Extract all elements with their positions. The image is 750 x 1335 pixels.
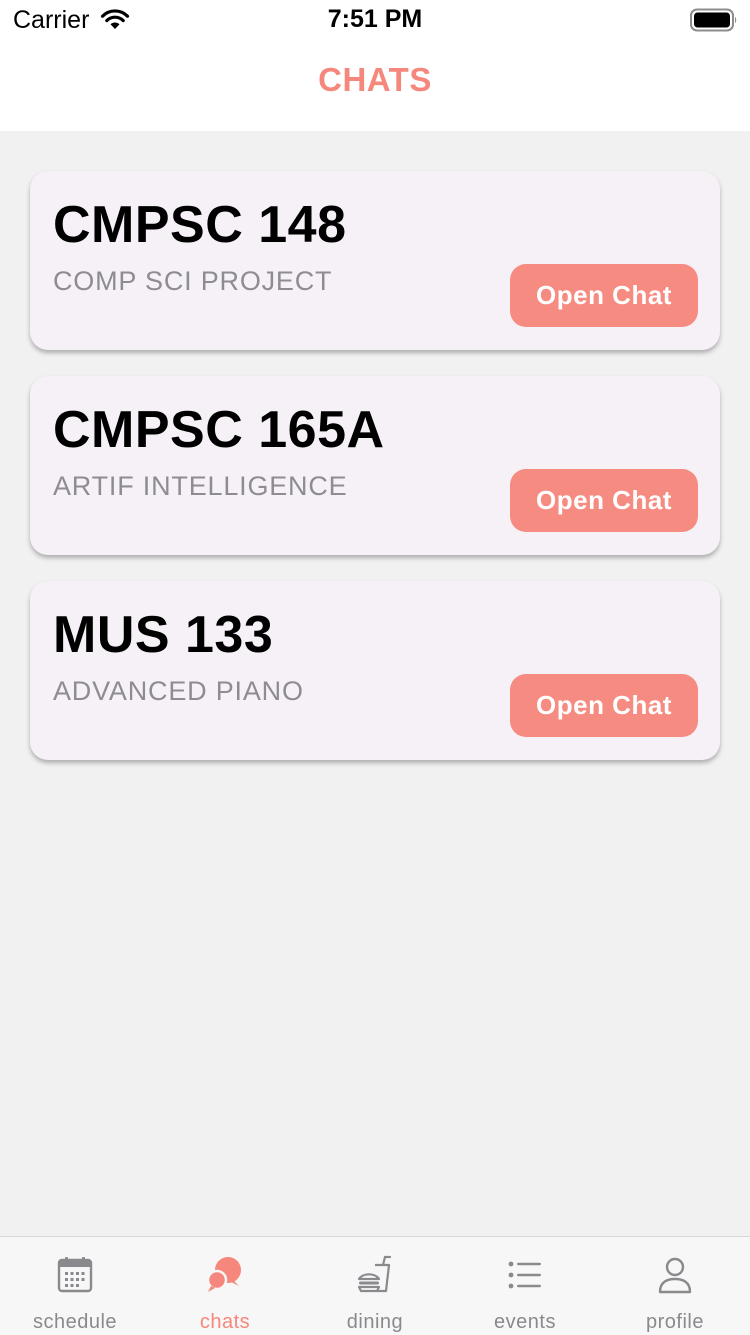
chat-card-cmpsc-165a: CMPSC 165A ARTIF INTELLIGENCE Open Chat <box>30 376 720 555</box>
status-bar: Carrier 7:51 PM <box>0 0 750 40</box>
tab-dining[interactable]: dining <box>300 1237 450 1335</box>
course-code: CMPSC 165A <box>53 401 385 459</box>
course-name: COMP SCI PROJECT <box>53 266 333 296</box>
page-title: CHATS <box>318 61 432 98</box>
calendar-icon <box>57 1257 93 1293</box>
tab-label-chats: chats <box>199 1311 251 1333</box>
status-time: 7:51 PM <box>327 5 423 33</box>
chat-card-mus-133: MUS 133 ADVANCED PIANO Open Chat <box>30 581 720 760</box>
burger-drink-icon <box>357 1255 392 1293</box>
list-icon <box>508 1261 541 1289</box>
tab-bar: schedule chats dining events profile <box>0 1236 750 1335</box>
tab-events[interactable]: events <box>450 1237 600 1335</box>
tab-profile[interactable]: profile <box>600 1237 750 1335</box>
tab-label-schedule: schedule <box>32 1311 118 1333</box>
open-chat-button[interactable]: Open Chat <box>510 674 698 737</box>
tab-chats[interactable]: chats <box>150 1237 300 1335</box>
chat-card-cmpsc-148: CMPSC 148 COMP SCI PROJECT Open Chat <box>30 171 720 350</box>
tab-label-dining: dining <box>346 1311 404 1333</box>
course-name: ARTIF INTELLIGENCE <box>53 471 348 501</box>
chat-list: CMPSC 148 COMP SCI PROJECT Open Chat CMP… <box>30 171 720 786</box>
course-name: ADVANCED PIANO <box>53 676 304 706</box>
tab-schedule[interactable]: schedule <box>0 1237 150 1335</box>
tab-label-events: events <box>494 1311 556 1333</box>
battery-icon <box>690 8 737 32</box>
course-code: CMPSC 148 <box>53 196 347 254</box>
tab-label-profile: profile <box>646 1311 704 1333</box>
open-chat-button[interactable]: Open Chat <box>510 264 698 327</box>
open-chat-button[interactable]: Open Chat <box>510 469 698 532</box>
top-bar: Carrier 7:51 PM CHATS <box>0 0 750 131</box>
person-icon <box>658 1257 692 1294</box>
chat-bubbles-icon <box>206 1257 241 1292</box>
course-code: MUS 133 <box>53 606 274 664</box>
